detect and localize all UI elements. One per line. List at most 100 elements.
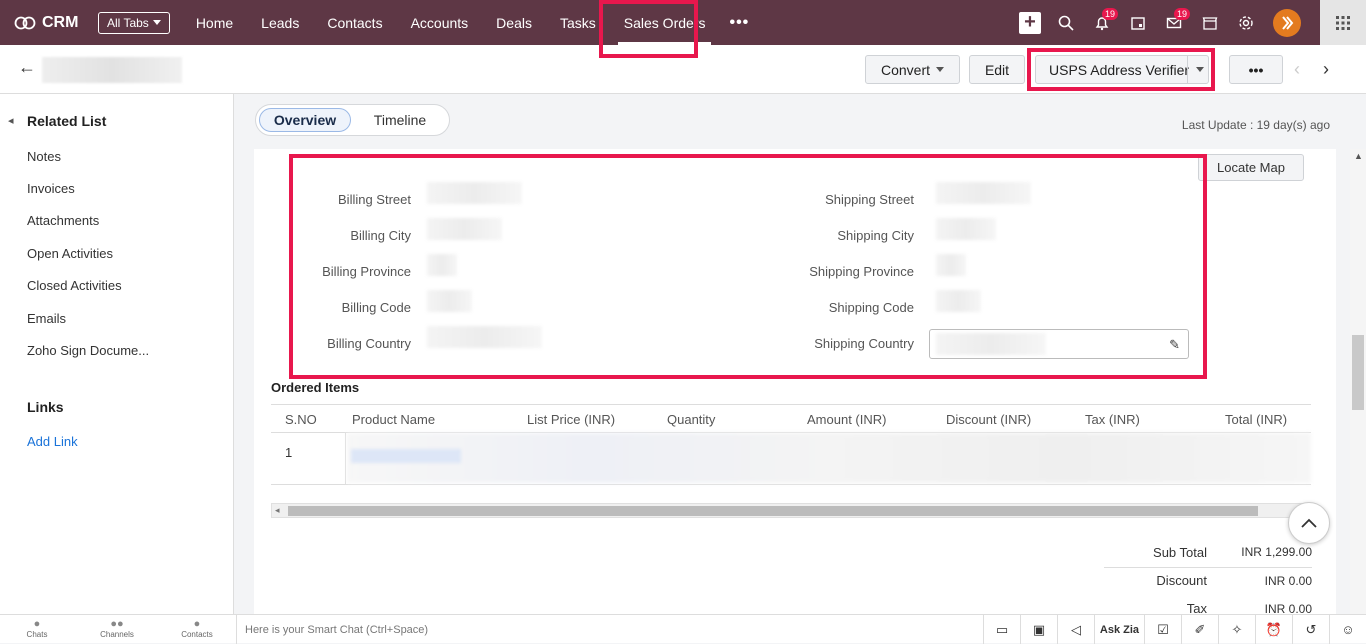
col-total: Total (INR)	[1225, 412, 1288, 427]
billing-province-value[interactable]	[427, 254, 457, 276]
calendar-button[interactable]	[1120, 0, 1156, 45]
horizontal-scrollbar[interactable]: ◂	[271, 503, 1311, 518]
smart-chat-input[interactable]: Here is your Smart Chat (Ctrl+Space)	[236, 615, 886, 644]
shipping-city-value[interactable]	[936, 218, 996, 240]
tab-accounts[interactable]: Accounts	[397, 0, 483, 45]
next-record-icon[interactable]: ›	[1323, 59, 1329, 80]
scrollbar-thumb[interactable]	[288, 506, 1258, 516]
apps-grid-button[interactable]	[1320, 0, 1366, 45]
profile-button[interactable]	[1264, 0, 1310, 45]
billing-code-value[interactable]	[427, 290, 472, 312]
shipping-city-label: Shipping City	[837, 228, 914, 243]
history-icon[interactable]: ↺	[1292, 615, 1329, 644]
record-header: ← Convert Edit USPS Address Verifier •••…	[0, 45, 1366, 94]
mail-button[interactable]: 19	[1156, 0, 1192, 45]
chevron-up-icon	[1301, 518, 1317, 528]
all-tabs-dropdown[interactable]: All Tabs	[98, 11, 170, 34]
more-actions-button[interactable]: •••	[1229, 55, 1283, 84]
marketplace-button[interactable]	[1192, 0, 1228, 45]
bottom-tools: ▭ ▣ ◁ Ask Zia ☑ ✐ ✧ ⏰ ↺ ☺	[983, 615, 1366, 644]
sidebar-item-notes[interactable]: Notes	[27, 149, 61, 164]
vertical-scrollbar[interactable]: ▲	[1350, 149, 1366, 614]
crm-logo-icon	[14, 16, 36, 29]
billing-country-value[interactable]	[427, 326, 542, 348]
chats-button[interactable]: ● Chats	[17, 618, 57, 639]
shipping-code-value[interactable]	[936, 290, 981, 312]
mail-badge: 19	[1174, 8, 1191, 20]
scroll-up-icon[interactable]: ▲	[1354, 151, 1363, 161]
shipping-province-value[interactable]	[936, 254, 966, 276]
tab-contacts[interactable]: Contacts	[313, 0, 396, 45]
scroll-to-top-button[interactable]	[1288, 502, 1330, 544]
notification-badge: 19	[1102, 8, 1119, 20]
channels-button[interactable]: ●● Channels	[97, 618, 137, 639]
tab-leads[interactable]: Leads	[247, 0, 313, 45]
shipping-country-value	[936, 333, 1046, 355]
billing-city-value[interactable]	[427, 218, 502, 240]
search-button[interactable]	[1048, 0, 1084, 45]
megaphone-icon[interactable]: ◁	[1057, 615, 1094, 644]
sidebar-item-emails[interactable]: Emails	[27, 311, 66, 326]
billing-city-label: Billing City	[350, 228, 411, 243]
zia-icon[interactable]: ✧	[1218, 615, 1255, 644]
shipping-province-label: Shipping Province	[809, 264, 914, 279]
sidebar-item-closed-activities[interactable]: Closed Activities	[27, 278, 122, 293]
sidebar-item-zoho-sign[interactable]: Zoho Sign Docume...	[27, 343, 149, 358]
usps-address-verifier-button[interactable]: USPS Address Verifier	[1035, 55, 1209, 84]
locate-map-button[interactable]: Locate Map	[1198, 154, 1304, 181]
contacts-button[interactable]: ● Contacts	[177, 618, 217, 639]
shipping-code-label: Shipping Code	[828, 300, 914, 315]
billing-street-value[interactable]	[427, 182, 522, 204]
ask-zia-button[interactable]: Ask Zia	[1094, 615, 1144, 644]
related-list-title: Related List	[27, 113, 107, 129]
settings-button[interactable]	[1228, 0, 1264, 45]
scrollbar-thumb[interactable]	[1352, 335, 1364, 410]
sidebar-item-invoices[interactable]: Invoices	[27, 181, 75, 196]
more-tabs-button[interactable]: •••	[719, 0, 759, 45]
convert-button[interactable]: Convert	[865, 55, 960, 84]
sidebar-item-open-activities[interactable]: Open Activities	[27, 246, 113, 261]
tab-overview[interactable]: Overview	[259, 108, 351, 132]
crm-logo[interactable]: CRM	[14, 14, 84, 32]
ordered-items-title: Ordered Items	[271, 380, 360, 395]
checklist-icon[interactable]: ☑	[1144, 615, 1181, 644]
notifications-button[interactable]: 19	[1084, 0, 1120, 45]
create-button[interactable]: +	[1012, 0, 1048, 45]
col-tax: Tax (INR)	[1085, 412, 1140, 427]
chevron-down-icon[interactable]	[1196, 67, 1204, 72]
notes-icon[interactable]: ✐	[1181, 615, 1218, 644]
previous-record-icon[interactable]: ‹	[1294, 59, 1300, 80]
record-detail-panel: Locate Map Billing Street Billing City B…	[254, 149, 1336, 616]
shipping-street-value[interactable]	[936, 182, 1031, 204]
collapse-sidebar-icon[interactable]: ◂	[8, 114, 14, 127]
edit-button[interactable]: Edit	[969, 55, 1025, 84]
bottom-bar: ● Chats ●● Channels ● Contacts Here is your…	[0, 614, 1366, 644]
pencil-icon[interactable]: ✎	[1169, 337, 1180, 353]
scroll-left-icon[interactable]: ◂	[275, 505, 280, 516]
row-sno: 1	[285, 445, 293, 460]
accessibility-icon[interactable]: ☺	[1329, 615, 1366, 644]
tab-deals[interactable]: Deals	[482, 0, 546, 45]
chat-icon: ●	[33, 618, 41, 630]
grid-icon	[1336, 15, 1350, 30]
chevron-right-icon	[1282, 15, 1294, 30]
channels-label: Channels	[100, 630, 134, 639]
screen-share-icon[interactable]: ▭	[983, 615, 1020, 644]
alarm-icon[interactable]: ⏰	[1255, 615, 1292, 644]
module-tabs: Home Leads Contacts Accounts Deals Tasks…	[182, 0, 759, 45]
contacts-label: Contacts	[181, 630, 213, 639]
sidebar-item-attachments[interactable]: Attachments	[27, 213, 99, 228]
product-name-link[interactable]	[351, 449, 461, 463]
discount-value: INR 0.00	[1264, 574, 1312, 588]
add-link[interactable]: Add Link	[27, 434, 78, 449]
tab-home[interactable]: Home	[182, 0, 247, 45]
convert-label: Convert	[880, 61, 931, 78]
tab-tasks[interactable]: Tasks	[546, 0, 610, 45]
tab-sales-orders[interactable]: Sales Orders	[610, 0, 720, 45]
store-icon	[1202, 16, 1218, 30]
back-arrow-icon[interactable]: ←	[18, 57, 36, 78]
video-icon[interactable]: ▣	[1020, 615, 1057, 644]
tab-timeline[interactable]: Timeline	[360, 108, 440, 132]
shipping-country-field[interactable]: ✎	[929, 329, 1189, 359]
chevron-down-icon	[152, 20, 161, 25]
